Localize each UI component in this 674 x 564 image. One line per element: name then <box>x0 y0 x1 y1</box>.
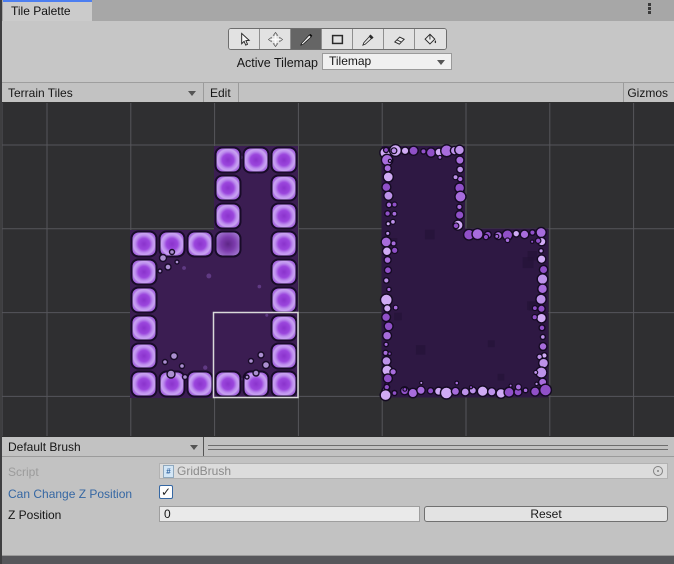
tile-grid <box>0 103 674 436</box>
paintbrush-tool-button[interactable] <box>291 29 322 49</box>
chevron-down-icon <box>437 60 445 65</box>
gizmos-button[interactable]: Gizmos <box>627 86 668 100</box>
move-tool-button[interactable] <box>260 29 291 49</box>
tilemap-tool-group <box>228 28 447 50</box>
tab-title: Tile Palette <box>11 4 71 18</box>
tile-palette-window: Tile Palette <box>0 0 674 564</box>
object-picker-icon[interactable] <box>653 466 663 476</box>
cursor-icon <box>237 32 252 47</box>
eraser-icon <box>392 32 407 47</box>
picker-tool-button[interactable] <box>353 29 384 49</box>
tab-tile-palette[interactable]: Tile Palette <box>3 0 92 21</box>
window-left-edge <box>0 0 2 564</box>
script-label: Script <box>8 465 39 479</box>
script-value: GridBrush <box>177 464 231 478</box>
brush-panel: Default Brush Script #GridBrush Can Chan… <box>0 436 674 556</box>
brush-row: Default Brush <box>0 436 674 457</box>
palette-dropdown[interactable]: Terrain Tiles <box>8 86 73 100</box>
palette-canvas[interactable] <box>0 103 674 436</box>
active-tilemap-label: Active Tilemap <box>0 56 318 70</box>
active-tilemap-value: Tilemap <box>329 54 371 68</box>
script-file-icon: # <box>163 465 174 478</box>
active-tilemap-dropdown[interactable]: Tilemap <box>322 53 452 70</box>
eraser-tool-button[interactable] <box>384 29 415 49</box>
select-tool-button[interactable] <box>229 29 260 49</box>
box-fill-tool-button[interactable] <box>322 29 353 49</box>
move-icon <box>268 32 283 47</box>
window-bottom-edge <box>0 555 674 564</box>
brush-size-slider[interactable] <box>208 437 668 456</box>
eyedropper-icon <box>361 32 376 47</box>
script-field: #GridBrush <box>159 463 668 479</box>
chevron-down-icon[interactable] <box>188 91 196 96</box>
tool-area: Active Tilemap Tilemap <box>0 21 674 82</box>
can-change-z-label: Can Change Z Position <box>8 487 132 501</box>
rectangle-icon <box>330 32 345 47</box>
flood-fill-tool-button[interactable] <box>415 29 446 49</box>
reset-button[interactable]: Reset <box>424 506 668 522</box>
z-position-label: Z Position <box>8 508 61 522</box>
z-position-input[interactable] <box>159 506 420 522</box>
can-change-z-checkbox[interactable] <box>159 485 173 499</box>
tab-bar: Tile Palette <box>0 0 674 21</box>
palette-bar: Terrain Tiles Edit Gizmos <box>0 82 674 103</box>
edit-button[interactable]: Edit <box>210 86 231 100</box>
brush-dropdown[interactable]: Default Brush <box>8 440 81 454</box>
paint-bucket-icon <box>423 32 438 47</box>
chevron-down-icon[interactable] <box>190 445 198 450</box>
paintbrush-icon <box>299 32 314 47</box>
window-menu-kebab-icon[interactable] <box>648 3 652 16</box>
